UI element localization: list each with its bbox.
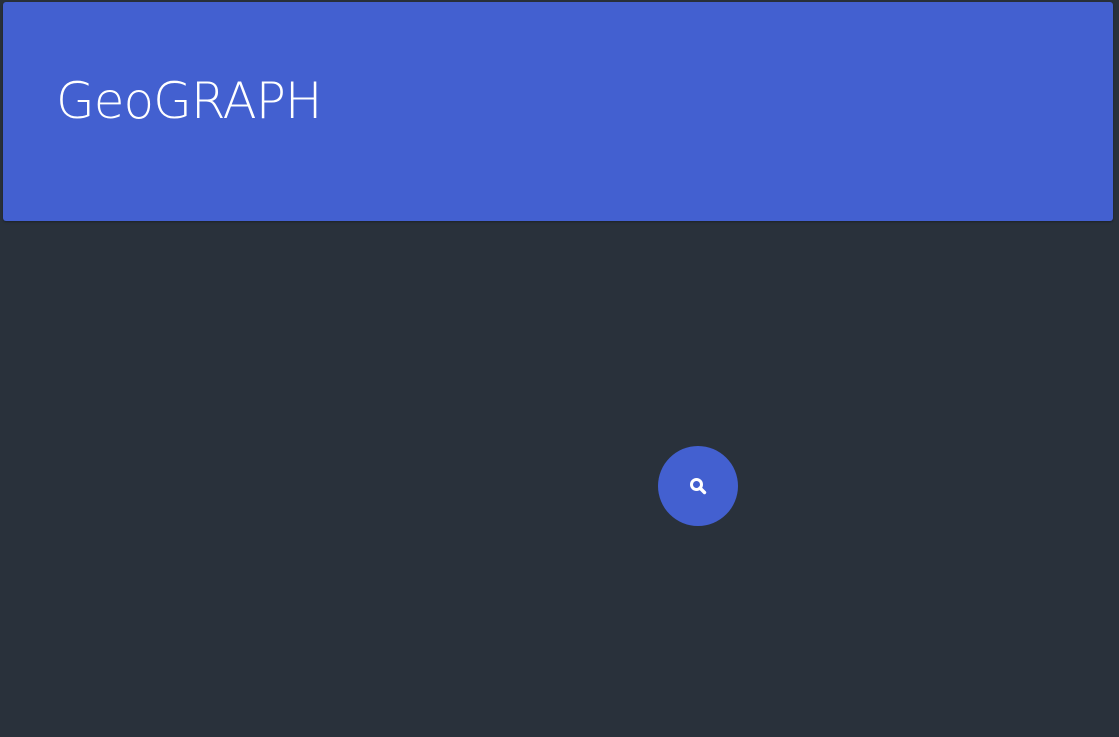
app-title: GeoGRAPH xyxy=(56,72,323,130)
search-button[interactable] xyxy=(658,446,738,526)
app-header: GeoGRAPH xyxy=(3,2,1113,221)
search-icon xyxy=(689,477,707,495)
